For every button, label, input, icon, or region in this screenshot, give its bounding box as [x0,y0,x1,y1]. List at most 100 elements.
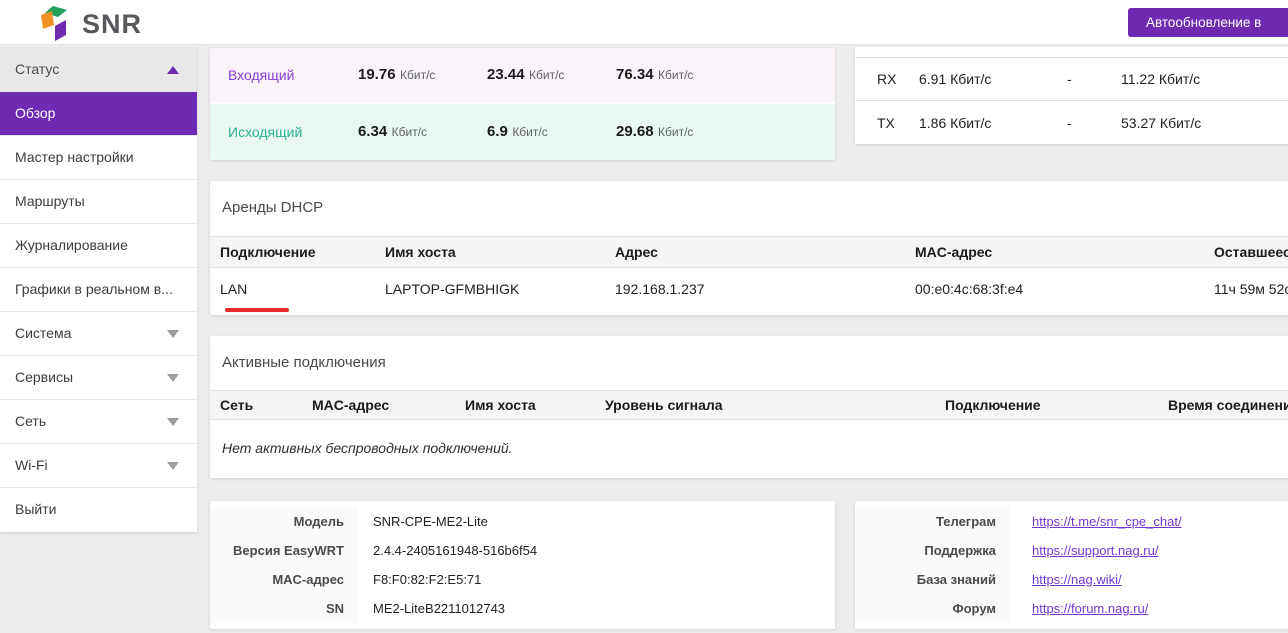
dhcp-leases-card: Аренды DHCP Подключение Имя хоста Адрес … [210,181,1288,315]
unit-label: Кбит/с [512,125,547,139]
sidebar-item-label: Wi-Fi [15,457,48,473]
sidebar-item-logout[interactable]: Выйти [0,488,197,532]
tx-value-2: 53.27 Кбит/с [1121,115,1288,131]
rx-value-2: 11.22 Кбит/с [1121,71,1288,87]
sidebar-item-network[interactable]: Сеть [0,400,197,444]
top-bar: SNR Автообновление в [0,0,1288,45]
active-connections-card: Активные подключения Сеть MAC-адрес Имя … [210,336,1288,478]
info-row-mac: MAC-адрес F8:F0:82:F2:E5:71 [210,565,835,594]
sidebar-item-label: Выйти [15,501,56,517]
dhcp-header-hostname: Имя хоста [375,244,605,260]
sidebar-item-label: Мастер настройки [15,149,134,165]
outgoing-value-3: 29.68 Кбит/с [616,123,835,141]
rx-dash: - [1067,71,1121,87]
dhcp-cell-hostname: LAPTOP-GFMBHIGK [375,281,605,297]
conn-header-connection: Подключение [935,397,1158,413]
sidebar-item-label: Графики в реальном в... [15,281,173,297]
chevron-up-icon [167,66,179,74]
chevron-down-icon [167,418,179,426]
clipped-card-top [855,47,1288,58]
info-label: Версия EasyWRT [210,536,358,565]
conn-header-mac: MAC-адрес [302,397,455,413]
tx-row: TX 1.86 Кбит/с - 53.27 Кбит/с [855,101,1288,144]
tx-dash: - [1067,115,1121,131]
link-label: Поддержка [855,536,1010,565]
forum-link[interactable]: https://forum.nag.ru/ [1032,601,1148,616]
value: 23.44 [487,66,525,83]
interface-stats-card: RX 6.91 Кбит/с - 11.22 Кбит/с TX 1.86 Кб… [855,47,1288,144]
link-label: Телеграм [855,507,1010,536]
sidebar-item-label: Статус [15,61,59,77]
outgoing-value-1: 6.34 Кбит/с [358,123,487,141]
info-row-firmware: Версия EasyWRT 2.4.4-2405161948-516b6f54 [210,536,835,565]
link-row-forum: Форум https://forum.nag.ru/ [855,594,1288,623]
sidebar-item-logging[interactable]: Журналирование [0,224,197,268]
sidebar-item-label: Маршруты [15,193,85,209]
wiki-link[interactable]: https://nag.wiki/ [1032,572,1122,587]
sidebar-item-overview[interactable]: Обзор [0,92,197,136]
dhcp-table-header: Подключение Имя хоста Адрес MAC-адрес Ос… [210,236,1288,268]
conn-header-uptime: Время соединения [1158,397,1288,413]
sidebar-item-routes[interactable]: Маршруты [0,180,197,224]
sidebar-item-label: Сервисы [15,369,73,385]
traffic-card: Входящий 19.76 Кбит/с 23.44 Кбит/с 76.34… [210,48,835,160]
sidebar-item-label: Сеть [15,413,46,429]
sidebar-item-status[interactable]: Статус [0,48,197,92]
device-info-card: Модель SNR-CPE-ME2-Lite Версия EasyWRT 2… [210,501,835,629]
unit-label: Кбит/с [658,125,693,139]
incoming-value-3: 76.34 Кбит/с [616,66,835,84]
snr-logo-icon [36,5,76,43]
link-label: Форум [855,594,1010,623]
link-row-telegram: Телеграм https://t.me/snr_cpe_chat/ [855,507,1288,536]
info-row-model: Модель SNR-CPE-ME2-Lite [210,507,835,536]
value: 76.34 [616,66,654,83]
lan-underline-annotation [225,308,289,312]
sidebar-item-system[interactable]: Система [0,312,197,356]
info-row-sn: SN ME2-LiteB2211012743 [210,594,835,623]
value: 19.76 [358,66,396,83]
chevron-down-icon [167,462,179,470]
outgoing-traffic-row: Исходящий 6.34 Кбит/с 6.9 Кбит/с 29.68 К… [210,104,835,160]
incoming-value-2: 23.44 Кбит/с [487,66,616,84]
telegram-link[interactable]: https://t.me/snr_cpe_chat/ [1032,514,1182,529]
link-label: База знаний [855,565,1010,594]
dhcp-header-mac: MAC-адрес [905,244,1204,260]
dhcp-cell-connection: LAN [210,281,375,297]
dhcp-cell-lease-time: 11ч 59м 52с [1204,281,1288,297]
info-value: 2.4.4-2405161948-516b6f54 [358,543,835,558]
conn-header-network: Сеть [210,397,302,413]
dhcp-header-lease-time: Оставшееся время аренды [1204,244,1288,260]
snr-logo: SNR [36,5,142,43]
unit-label: Кбит/с [529,68,564,82]
value: 29.68 [616,123,654,140]
sidebar-item-services[interactable]: Сервисы [0,356,197,400]
unit-label: Кбит/с [658,68,693,82]
connections-card-title: Активные подключения [210,336,1288,390]
logo-text: SNR [82,9,142,40]
main-content: Входящий 19.76 Кбит/с 23.44 Кбит/с 76.34… [210,48,1288,629]
dhcp-header-address: Адрес [605,244,905,260]
connections-table-header: Сеть MAC-адрес Имя хоста Уровень сигнала… [210,390,1288,420]
dhcp-table-row: LAN LAPTOP-GFMBHIGK 192.168.1.237 00:e0:… [210,268,1288,310]
dhcp-card-title: Аренды DHCP [210,181,1288,236]
auto-refresh-button[interactable]: Автообновление в [1128,8,1288,37]
sidebar-item-setup-wizard[interactable]: Мастер настройки [0,136,197,180]
rx-value-1: 6.91 Кбит/с [919,71,1067,87]
support-link[interactable]: https://support.nag.ru/ [1032,543,1158,558]
info-value: ME2-LiteB2211012743 [358,601,835,616]
rx-row: RX 6.91 Кбит/с - 11.22 Кбит/с [855,58,1288,101]
tx-label: TX [877,115,919,131]
conn-header-hostname: Имя хоста [455,397,595,413]
sidebar-item-realtime-graphs[interactable]: Графики в реальном в... [0,268,197,312]
value: 6.34 [358,123,387,140]
link-row-support: Поддержка https://support.nag.ru/ [855,536,1288,565]
support-links-card: Телеграм https://t.me/snr_cpe_chat/ Подд… [855,501,1288,629]
dhcp-header-connection: Подключение [210,244,375,260]
incoming-label: Входящий [228,67,358,83]
outgoing-value-2: 6.9 Кбит/с [487,123,616,141]
sidebar-item-label: Обзор [15,105,55,121]
outgoing-label: Исходящий [228,124,358,140]
dhcp-cell-address: 192.168.1.237 [605,281,905,297]
dhcp-cell-mac: 00:e0:4c:68:3f:e4 [905,281,1204,297]
sidebar-item-wifi[interactable]: Wi-Fi [0,444,197,488]
